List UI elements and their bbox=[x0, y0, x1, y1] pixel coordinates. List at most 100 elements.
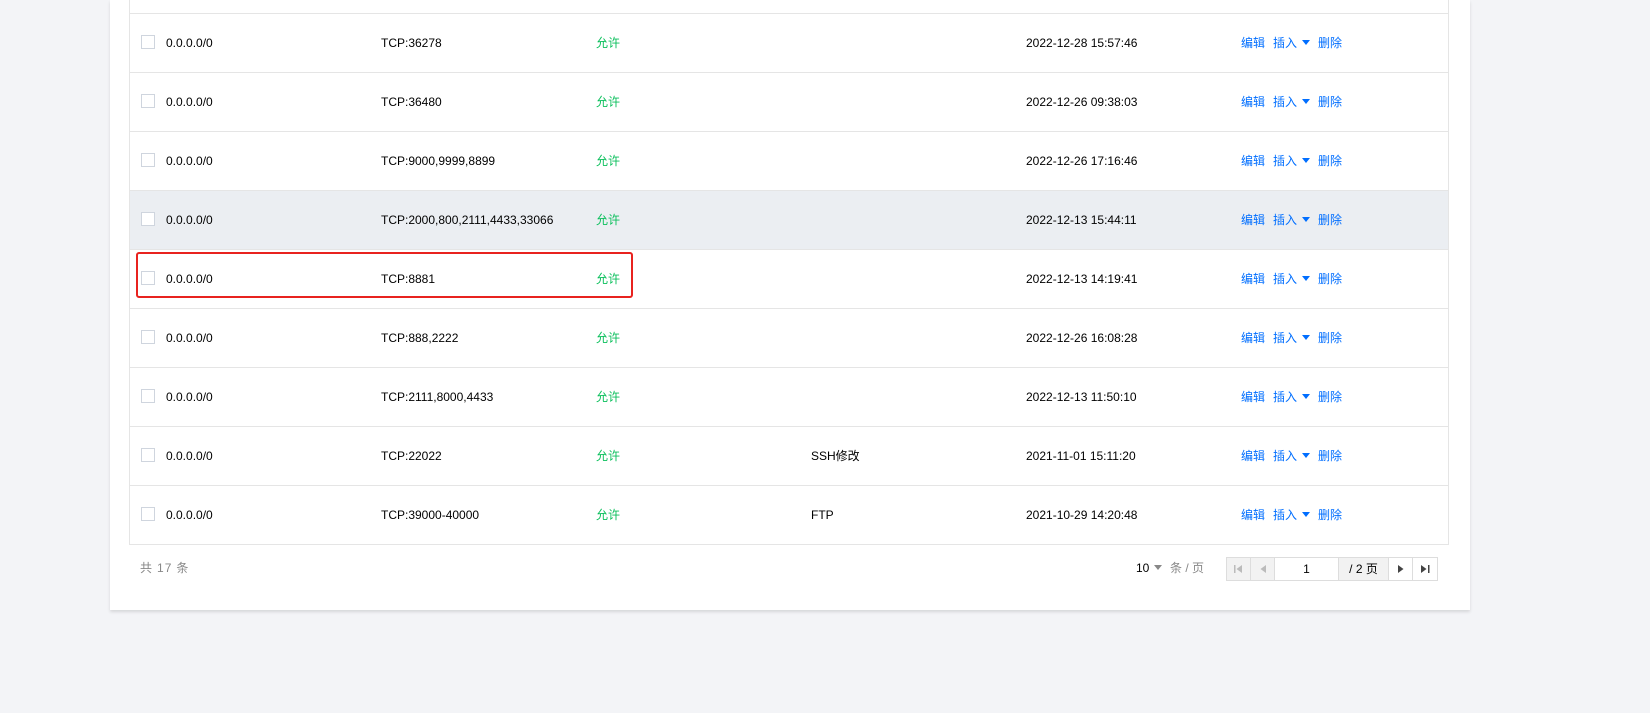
port-cell: TCP:8881 bbox=[381, 272, 436, 286]
row-actions: 编辑 插入 删除 bbox=[1241, 14, 1342, 73]
row-actions: 编辑 插入 删除 bbox=[1241, 191, 1342, 250]
policy-cell: 允许 bbox=[596, 213, 621, 227]
policy-cell: 允许 bbox=[596, 508, 621, 522]
insert-dropdown[interactable]: 插入 bbox=[1273, 390, 1311, 404]
table-row: 0.0.0.0/0 TCP:39000-40000 允许 FTP 2021-10… bbox=[130, 485, 1448, 545]
port-cell: TCP:9000,9999,8899 bbox=[381, 154, 496, 168]
policy-cell: 允许 bbox=[596, 154, 621, 168]
total-prefix: 共 bbox=[140, 561, 154, 575]
delete-link[interactable]: 删除 bbox=[1318, 508, 1342, 522]
insert-label: 插入 bbox=[1273, 272, 1298, 286]
table-row: 0.0.0.0/0 TCP:36278 允许 2022-12-28 15:57:… bbox=[130, 13, 1448, 73]
insert-label: 插入 bbox=[1273, 508, 1298, 522]
prev-page-button[interactable] bbox=[1251, 558, 1275, 580]
delete-link[interactable]: 删除 bbox=[1318, 390, 1342, 404]
edit-link[interactable]: 编辑 bbox=[1241, 36, 1265, 50]
next-page-icon bbox=[1397, 565, 1403, 573]
edit-link[interactable]: 编辑 bbox=[1241, 154, 1265, 168]
insert-label: 插入 bbox=[1273, 331, 1298, 345]
prev-page-icon bbox=[1260, 565, 1266, 573]
source-cell: 0.0.0.0/0 bbox=[166, 331, 213, 345]
time-cell: 2022-12-13 15:44:11 bbox=[1026, 213, 1137, 227]
caret-down-icon bbox=[1302, 276, 1311, 281]
policy-cell: 允许 bbox=[596, 36, 621, 50]
page-size-select[interactable]: 10 bbox=[1136, 545, 1163, 591]
edit-link[interactable]: 编辑 bbox=[1241, 213, 1265, 227]
remark-cell: FTP bbox=[811, 508, 834, 522]
time-cell: 2022-12-13 11:50:10 bbox=[1026, 390, 1137, 404]
insert-dropdown[interactable]: 插入 bbox=[1273, 508, 1311, 522]
caret-down-icon bbox=[1302, 394, 1311, 399]
table-row: 0.0.0.0/0 TCP:2111,8000,4433 允许 2022-12-… bbox=[130, 367, 1448, 427]
remark-cell: SSH修改 bbox=[811, 449, 860, 463]
port-cell: TCP:888,2222 bbox=[381, 331, 459, 345]
delete-link[interactable]: 删除 bbox=[1318, 331, 1342, 345]
source-cell: 0.0.0.0/0 bbox=[166, 272, 213, 286]
table-footer: 共17条 10 条 / 页 / 2 页 bbox=[110, 545, 1470, 591]
delete-link[interactable]: 删除 bbox=[1318, 272, 1342, 286]
table-row: 0.0.0.0/0 TCP:2000,800,2111,4433,33066 允… bbox=[130, 190, 1448, 250]
policy-cell: 允许 bbox=[596, 272, 621, 286]
edit-link[interactable]: 编辑 bbox=[1241, 331, 1265, 345]
insert-label: 插入 bbox=[1273, 213, 1298, 227]
insert-label: 插入 bbox=[1273, 154, 1298, 168]
row-checkbox[interactable] bbox=[141, 94, 155, 108]
row-actions: 编辑 插入 删除 bbox=[1241, 250, 1342, 309]
port-cell: TCP:36480 bbox=[381, 95, 442, 109]
row-actions: 编辑 插入 删除 bbox=[1241, 73, 1342, 132]
insert-label: 插入 bbox=[1273, 95, 1298, 109]
page-number-input[interactable] bbox=[1275, 558, 1339, 580]
policy-cell: 允许 bbox=[596, 449, 621, 463]
insert-dropdown[interactable]: 插入 bbox=[1273, 95, 1311, 109]
time-cell: 2022-12-26 16:08:28 bbox=[1026, 331, 1138, 345]
row-checkbox[interactable] bbox=[141, 212, 155, 226]
delete-link[interactable]: 删除 bbox=[1318, 154, 1342, 168]
rules-table: 0.0.0.0/0 TCP:36278 允许 2022-12-28 15:57:… bbox=[129, 0, 1449, 545]
insert-dropdown[interactable]: 插入 bbox=[1273, 331, 1311, 345]
insert-dropdown[interactable]: 插入 bbox=[1273, 449, 1311, 463]
insert-dropdown[interactable]: 插入 bbox=[1273, 272, 1311, 286]
last-page-button[interactable] bbox=[1413, 558, 1437, 580]
next-page-button[interactable] bbox=[1389, 558, 1413, 580]
time-cell: 2022-12-26 17:16:46 bbox=[1026, 154, 1138, 168]
delete-link[interactable]: 删除 bbox=[1318, 449, 1342, 463]
time-cell: 2022-12-13 14:19:41 bbox=[1026, 272, 1138, 286]
policy-cell: 允许 bbox=[596, 331, 621, 345]
total-pages: / 2 页 bbox=[1339, 558, 1389, 580]
edit-link[interactable]: 编辑 bbox=[1241, 508, 1265, 522]
source-cell: 0.0.0.0/0 bbox=[166, 154, 213, 168]
row-checkbox[interactable] bbox=[141, 330, 155, 344]
first-page-icon bbox=[1234, 565, 1242, 573]
source-cell: 0.0.0.0/0 bbox=[166, 36, 213, 50]
time-cell: 2022-12-26 09:38:03 bbox=[1026, 95, 1138, 109]
pagination: / 2 页 bbox=[1226, 557, 1438, 581]
row-checkbox[interactable] bbox=[141, 507, 155, 521]
delete-link[interactable]: 删除 bbox=[1318, 213, 1342, 227]
edit-link[interactable]: 编辑 bbox=[1241, 449, 1265, 463]
insert-dropdown[interactable]: 插入 bbox=[1273, 154, 1311, 168]
first-page-button[interactable] bbox=[1227, 558, 1251, 580]
caret-down-icon bbox=[1302, 217, 1311, 222]
time-cell: 2021-11-01 15:11:20 bbox=[1026, 449, 1136, 463]
delete-link[interactable]: 删除 bbox=[1318, 95, 1342, 109]
policy-cell: 允许 bbox=[596, 95, 621, 109]
row-checkbox[interactable] bbox=[141, 389, 155, 403]
row-checkbox[interactable] bbox=[141, 153, 155, 167]
total-suffix: 条 bbox=[176, 561, 190, 575]
table-row: 0.0.0.0/0 TCP:9000,9999,8899 允许 2022-12-… bbox=[130, 131, 1448, 191]
total-number: 17 bbox=[157, 561, 173, 575]
source-cell: 0.0.0.0/0 bbox=[166, 95, 213, 109]
edit-link[interactable]: 编辑 bbox=[1241, 390, 1265, 404]
row-checkbox[interactable] bbox=[141, 448, 155, 462]
last-page-icon bbox=[1420, 565, 1429, 573]
insert-dropdown[interactable]: 插入 bbox=[1273, 213, 1311, 227]
caret-down-icon bbox=[1154, 565, 1163, 570]
policy-cell: 允许 bbox=[596, 390, 621, 404]
delete-link[interactable]: 删除 bbox=[1318, 36, 1342, 50]
row-checkbox[interactable] bbox=[141, 271, 155, 285]
row-checkbox[interactable] bbox=[141, 35, 155, 49]
edit-link[interactable]: 编辑 bbox=[1241, 272, 1265, 286]
row-actions: 编辑 插入 删除 bbox=[1241, 132, 1342, 191]
insert-dropdown[interactable]: 插入 bbox=[1273, 36, 1311, 50]
edit-link[interactable]: 编辑 bbox=[1241, 95, 1265, 109]
